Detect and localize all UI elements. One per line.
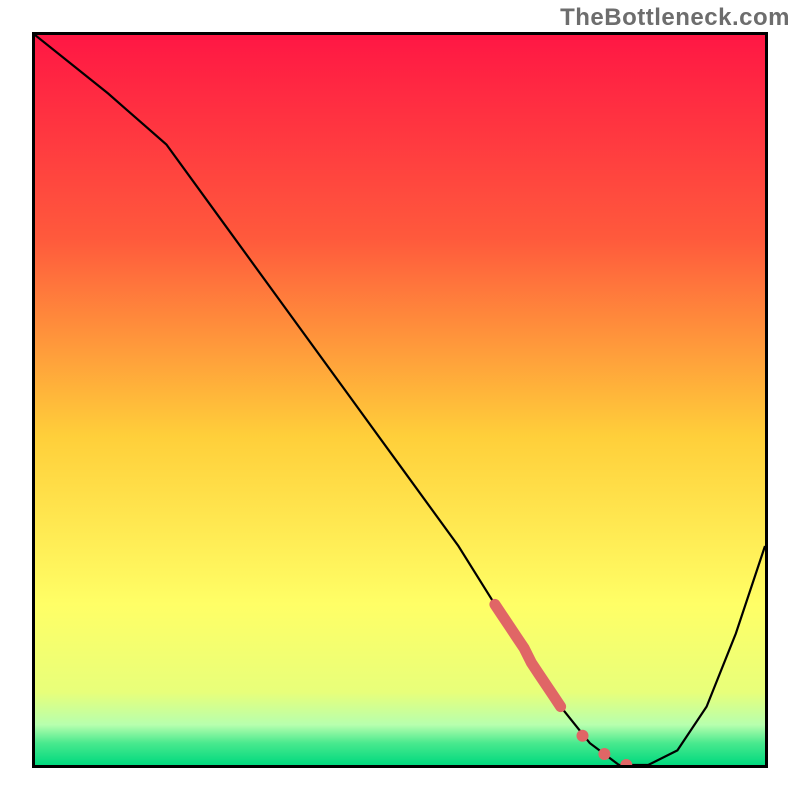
gradient-background [35, 35, 765, 765]
chart-svg [35, 35, 765, 765]
plot-frame [32, 32, 768, 768]
watermark-text: TheBottleneck.com [560, 4, 790, 32]
chart-root: { "watermark": "TheBottleneck.com", "col… [0, 0, 800, 800]
highlight-dot [598, 748, 610, 760]
highlight-dot [577, 730, 589, 742]
